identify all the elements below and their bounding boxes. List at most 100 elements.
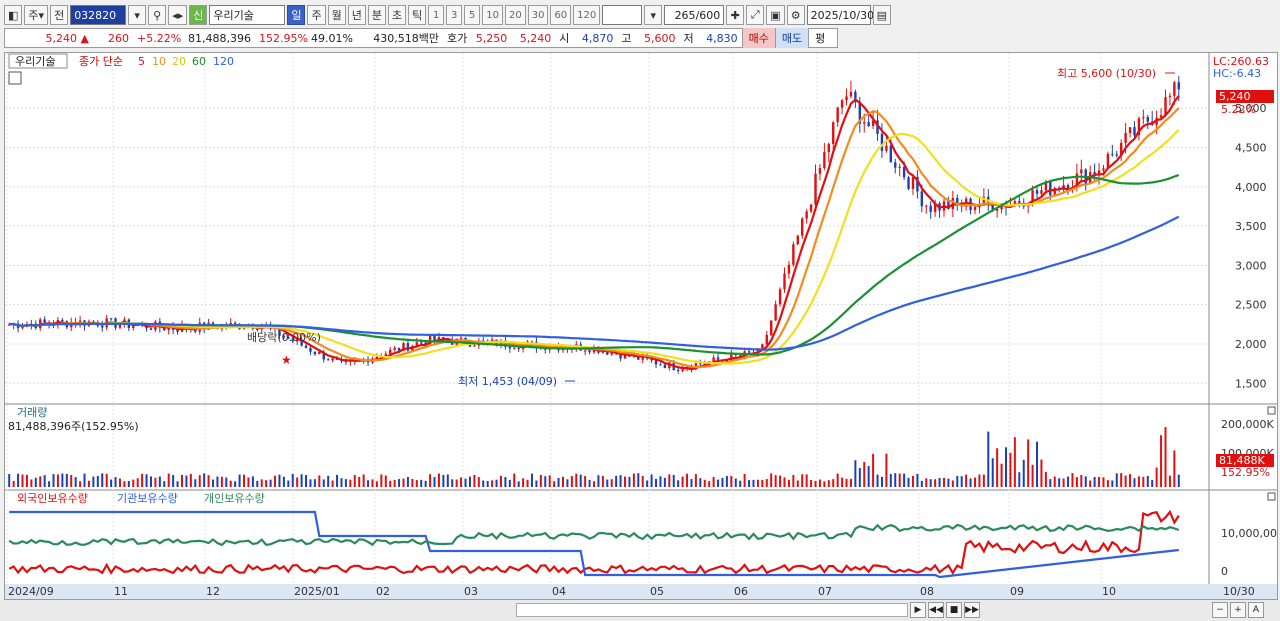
interval-1[interactable]: 1 <box>428 5 445 25</box>
volume-panel-close-icon[interactable] <box>1267 406 1276 415</box>
candle-body <box>61 319 64 322</box>
period-day[interactable]: 일 <box>287 5 306 25</box>
horizontal-scrollbar[interactable] <box>516 603 908 617</box>
quote-low-label: 저 <box>683 32 694 45</box>
volume-bar <box>229 480 232 487</box>
interval-3[interactable]: 3 <box>446 5 463 25</box>
volume-bar <box>805 474 808 487</box>
market-select[interactable]: 주 ▾ <box>24 5 49 25</box>
volume-bar <box>1049 479 1052 487</box>
volume-bar <box>291 473 294 487</box>
volume-bar <box>433 477 436 487</box>
volume-bar <box>756 479 759 487</box>
volume-bar <box>867 466 870 487</box>
period-year[interactable]: 년 <box>347 5 366 25</box>
volume-bar <box>278 474 281 487</box>
code-input[interactable]: 032820 <box>70 5 127 25</box>
chart-area[interactable]: 우리기술 종가 단순 5 10 20 60 120 LC:260.63 HC:-… <box>4 52 1280 600</box>
candle-body <box>1164 96 1167 116</box>
period-month[interactable]: 월 <box>327 5 346 25</box>
candle-body <box>814 173 817 205</box>
search-icon[interactable]: ⚲ <box>148 5 167 25</box>
volume-bar <box>327 475 330 487</box>
volume-bar <box>411 479 414 487</box>
volume-bar <box>265 480 268 487</box>
candle-body <box>818 167 822 174</box>
interval-60[interactable]: 60 <box>550 5 572 25</box>
volume-bar <box>544 476 547 487</box>
zoom-in-icon[interactable]: + <box>1230 602 1246 618</box>
volume-bar <box>477 477 480 487</box>
average-button[interactable]: 평 <box>808 28 831 48</box>
count-field[interactable]: 265/600 <box>664 5 725 25</box>
interval-dropdown-icon[interactable]: ▾ <box>644 5 663 25</box>
volume-bar <box>1071 473 1074 487</box>
candle-body <box>109 318 113 320</box>
sell-button[interactable]: 매도 <box>774 28 809 48</box>
interval-input[interactable] <box>602 5 643 25</box>
candle-body <box>765 334 768 345</box>
draw-tool-icon[interactable]: ⤢ <box>746 5 765 25</box>
volume-bar <box>1137 476 1140 487</box>
candle-body <box>832 122 835 144</box>
layout-icon[interactable]: ◧ <box>4 5 23 25</box>
period-second[interactable]: 초 <box>387 5 407 25</box>
holding-panel-close-icon[interactable] <box>1267 492 1276 501</box>
volume-bar <box>898 473 901 487</box>
candle-body <box>809 204 813 212</box>
interval-120[interactable]: 120 <box>573 5 601 25</box>
dropdown-icon[interactable]: ▾ <box>128 5 147 25</box>
dividend-marker-icon: ★ <box>281 353 292 367</box>
volume-bar <box>424 480 427 487</box>
legend-ma-10: 10 <box>152 55 166 68</box>
date-input[interactable]: 2025/10/30 <box>806 5 874 25</box>
forward-icon[interactable]: ▶▶ <box>964 602 980 618</box>
volume-bar <box>584 476 587 487</box>
volume-bar <box>1146 475 1149 487</box>
volume-bars <box>8 427 1180 487</box>
calendar-icon[interactable]: ▤ <box>872 5 892 25</box>
chart-svg[interactable]: 우리기술 종가 단순 5 10 20 60 120 LC:260.63 HC:-… <box>5 53 1280 599</box>
price-tick-label: 1,500 <box>1235 377 1267 390</box>
x-tick-label: 04 <box>552 585 566 598</box>
buy-button[interactable]: 매수 <box>741 28 775 48</box>
volume-bar <box>858 468 861 487</box>
prev-button[interactable]: 전 <box>50 5 69 25</box>
save-icon[interactable]: ▣ <box>766 5 785 25</box>
volume-bar <box>1120 473 1123 487</box>
period-week[interactable]: 주 <box>307 5 326 25</box>
price-axis-ticks: 5,0004,5004,0003,5003,0002,5002,0001,500 <box>1235 102 1267 390</box>
volume-bar <box>132 479 135 487</box>
stock-name-field[interactable]: 우리기술 <box>209 5 286 25</box>
volume-bar <box>1005 447 1008 487</box>
price-tick-label: 2,500 <box>1235 299 1267 312</box>
volume-bar <box>1173 450 1176 487</box>
interval-5[interactable]: 5 <box>464 5 481 25</box>
period-minute[interactable]: 분 <box>367 5 386 25</box>
candle-body <box>929 205 932 212</box>
volume-bar <box>446 474 449 487</box>
rewind-icon[interactable]: ◀◀ <box>928 602 944 618</box>
quote-bar: 5,240 ▲ 260 +5.22% 81,488,396 152.95% 49… <box>4 28 838 48</box>
candle-body <box>925 205 928 207</box>
volume-bar <box>535 480 538 487</box>
gear-icon[interactable]: ⚙ <box>786 5 805 25</box>
speaker-icon[interactable]: ◂▸ <box>168 5 188 25</box>
interval-10[interactable]: 10 <box>482 5 503 25</box>
volume-bar <box>1089 480 1092 487</box>
crosshair-icon[interactable]: ✚ <box>726 5 745 25</box>
volume-bar <box>1044 471 1047 487</box>
candle-body <box>801 218 804 236</box>
play-icon[interactable]: ▶ <box>910 602 926 618</box>
interval-20[interactable]: 20 <box>504 5 526 25</box>
period-tick[interactable]: 틱 <box>408 5 427 25</box>
calc-icon[interactable] <box>8 71 22 85</box>
volume-bar <box>593 481 595 487</box>
zoom-out-icon[interactable]: − <box>1212 602 1228 618</box>
auto-scale-icon[interactable]: A <box>1248 602 1264 618</box>
legend-ma-120: 120 <box>213 55 234 68</box>
volume-bar <box>1142 476 1145 487</box>
stop-icon[interactable]: ■ <box>946 602 962 618</box>
candle-body <box>770 320 773 335</box>
interval-30[interactable]: 30 <box>527 5 549 25</box>
